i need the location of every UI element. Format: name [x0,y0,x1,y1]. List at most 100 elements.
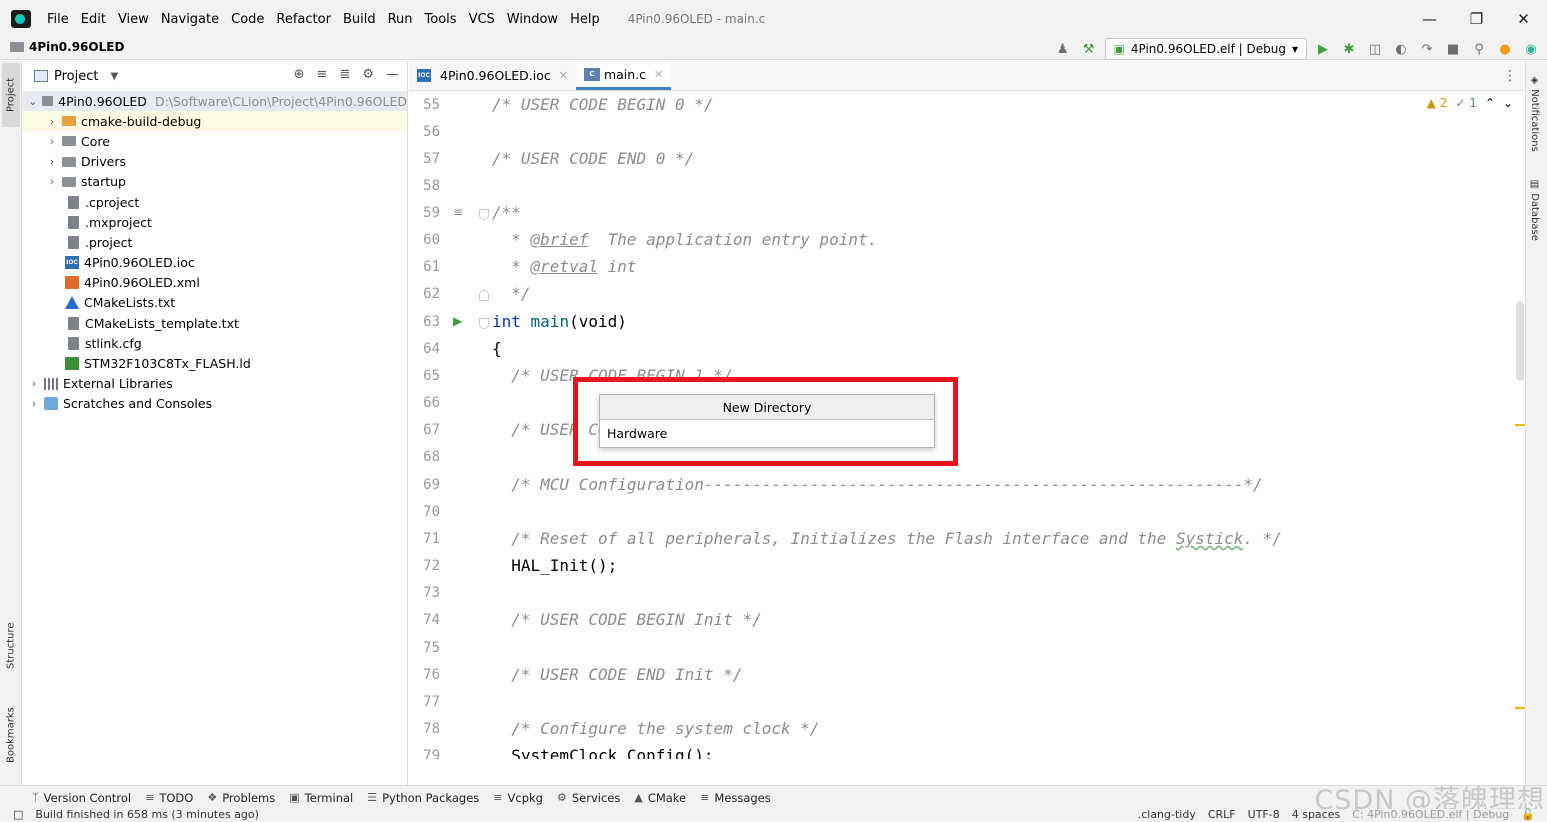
chevron-right-icon[interactable]: › [46,115,58,128]
tool-messages[interactable]: ≡ Messages [700,791,771,805]
status-context[interactable]: C: 4Pin0.96OLED.elf | Debug [1352,808,1509,821]
panel-toggle-icon[interactable]: □ [13,808,23,821]
status-encoding[interactable]: UTF-8 [1248,808,1280,821]
run-configuration-select[interactable]: ▣ 4Pin0.96OLED.elf | Debug ▾ [1104,38,1307,60]
chevron-up-icon[interactable]: ⌃ [1485,96,1495,110]
scroll-thumb[interactable] [1516,301,1524,381]
tool-tab-structure[interactable]: Structure [2,611,20,681]
profile-icon[interactable]: ◐ [1391,39,1411,59]
tool-services[interactable]: ⚙ Services [557,791,620,805]
tree-item-xml[interactable]: 4Pin0.96OLED.xml [22,273,407,293]
tool-tab-notifications[interactable]: ◈ Notifications [1529,75,1540,152]
status-indent[interactable]: 4 spaces [1292,808,1341,821]
run-gutter-icon[interactable]: ▶ [453,314,462,328]
tree-item-cproject[interactable]: .cproject [22,192,407,212]
tab-main-c[interactable]: C main.c ✕ [575,61,672,90]
inspection-widget[interactable]: ▲ 2 ✓ 1 ⌃ ⌄ [1427,96,1513,110]
tree-item-stlink-cfg[interactable]: stlink.cfg [22,333,407,353]
menu-window[interactable]: Window [507,12,558,27]
minimize-button[interactable]: — [1406,0,1453,38]
menu-tools[interactable]: Tools [425,12,457,27]
tree-item-cmakelists-template[interactable]: CMakeLists_template.txt [22,313,407,333]
more-icon[interactable]: ⋮ [1503,68,1517,84]
chevron-right-icon[interactable]: › [46,135,58,148]
stop-icon[interactable]: ■ [1443,39,1463,59]
close-icon[interactable]: ✕ [654,68,663,81]
gear-icon[interactable]: ⚙ [362,67,374,82]
tree-item-ld[interactable]: STM32F103C8Tx_FLASH.ld [22,353,407,373]
menu-help[interactable]: Help [570,12,600,27]
tree-item-scratches[interactable]: › Scratches and Consoles [22,394,407,414]
fold-icon[interactable] [479,318,489,329]
toolbox-icon[interactable]: ◉ [1521,39,1541,59]
fold-icon[interactable] [479,290,489,301]
chevron-right-icon[interactable]: › [46,175,58,188]
tree-item-cmake-build-debug[interactable]: › cmake-build-debug [22,111,407,132]
folder-icon [41,96,54,107]
tool-tab-bookmarks[interactable]: Bookmarks [2,695,20,775]
breadcrumb-project[interactable]: 4Pin0.96OLED [29,40,124,54]
tree-item-ioc[interactable]: IOC 4Pin0.96OLED.ioc [22,253,407,273]
tool-label: Services [571,790,621,805]
breadcrumb[interactable]: 4Pin0.96OLED [10,40,124,54]
menu-edit[interactable]: Edit [81,12,106,27]
chevron-right-icon[interactable]: › [28,377,40,390]
search-icon[interactable]: ⚲ [1469,39,1489,59]
chevron-down-icon[interactable]: ⌄ [28,95,38,108]
run-icon[interactable]: ▶ [1313,39,1333,59]
status-line-separator[interactable]: CRLF [1208,808,1236,821]
tool-todo[interactable]: ≡ TODO [145,791,193,805]
project-panel-title[interactable]: Project [54,69,98,84]
coverage-icon[interactable]: ◫ [1365,39,1385,59]
folder-icon [62,156,76,167]
tree-item-project[interactable]: .project [22,232,407,252]
close-window-button[interactable]: ✕ [1500,0,1547,38]
tree-item-mxproject[interactable]: .mxproject [22,212,407,232]
build-hammer-icon[interactable]: ⚒ [1079,39,1099,59]
fold-icon[interactable] [479,209,489,220]
status-message[interactable]: Build finished in 658 ms (3 minutes ago) [35,808,259,821]
tree-item-cmakelists[interactable]: CMakeLists.txt [22,293,407,313]
tool-cmake[interactable]: ▲ CMake [634,791,686,805]
chevron-right-icon[interactable]: › [46,155,58,168]
editor-scrollbar[interactable] [1515,91,1527,759]
menu-refactor[interactable]: Refactor [276,12,331,27]
code-line: * @brief The application entry point. [492,230,877,249]
tree-item-drivers[interactable]: › Drivers [22,152,407,172]
tool-tab-project[interactable]: Project [2,63,20,127]
tool-problems[interactable]: ❖ Problems [207,791,275,805]
render-doc-icon[interactable]: ≡ [453,205,463,219]
hide-icon[interactable]: — [386,67,399,82]
chevron-right-icon[interactable]: › [28,397,40,410]
tree-root[interactable]: ⌄ 4Pin0.96OLED D:\Software\CLion\Project… [22,91,407,112]
menu-file[interactable]: File [47,12,69,27]
tree-item-startup[interactable]: › startup [22,172,407,192]
tool-python-packages[interactable]: ☰ Python Packages [367,791,479,805]
tree-item-core[interactable]: › Core [22,131,407,151]
collapse-all-icon[interactable]: ≣ [339,67,350,82]
close-icon[interactable]: ✕ [559,69,568,82]
tree-item-external-libraries[interactable]: › External Libraries [22,374,407,394]
menu-run[interactable]: Run [388,12,413,27]
chevron-down-icon[interactable]: ⌄ [1503,96,1513,110]
expand-all-icon[interactable]: ≡ [317,67,328,82]
debug-icon[interactable]: ✱ [1339,39,1359,59]
chevron-down-icon[interactable]: ▼ [110,71,118,82]
menu-view[interactable]: View [118,12,149,27]
attach-icon[interactable]: ↷ [1417,39,1437,59]
tool-vcpkg[interactable]: ≡ Vcpkg [493,791,543,805]
tool-tab-database[interactable]: ▤ Database [1529,179,1540,241]
tool-terminal[interactable]: ▣ Terminal [289,791,353,805]
menu-navigate[interactable]: Navigate [161,12,219,27]
status-clang-tidy[interactable]: .clang-tidy [1138,808,1196,821]
menu-vcs[interactable]: VCS [469,12,495,27]
menu-build[interactable]: Build [343,12,376,27]
menu-code[interactable]: Code [231,12,264,27]
lock-icon[interactable]: 🔓 [1521,808,1535,821]
locate-icon[interactable]: ⊕ [294,67,305,82]
update-icon[interactable]: ● [1495,39,1515,59]
maximize-button[interactable]: ❐ [1453,0,1500,38]
user-icon[interactable]: ♟ [1053,39,1073,59]
tab-ioc[interactable]: IOC 4Pin0.96OLED.ioc ✕ [409,61,576,90]
tool-version-control[interactable]: ᛉ Version Control [32,791,131,805]
